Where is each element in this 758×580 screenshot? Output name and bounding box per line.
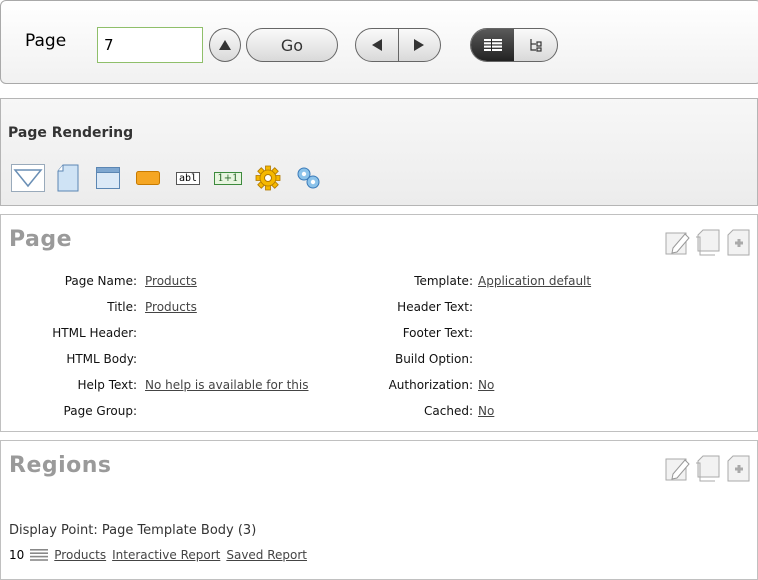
triangle-left-icon [371, 39, 382, 51]
copy-icon [696, 455, 720, 482]
title-label: Title: [107, 300, 137, 314]
prev-next-group [355, 28, 441, 62]
create-page-button[interactable] [723, 227, 753, 259]
region-list-icon [30, 549, 49, 561]
process-button[interactable] [248, 161, 288, 195]
previous-page-button[interactable] [356, 29, 399, 61]
button-button[interactable] [128, 161, 168, 195]
page-rendering-panel: Page Rendering abl 1+1 [0, 98, 758, 206]
tree-view-icon [529, 39, 542, 52]
page-navigation-bar: Page Go [0, 0, 758, 84]
help-text-link[interactable]: No help is available for this [145, 378, 308, 392]
page-name-label: Page Name: [64, 274, 137, 288]
go-button-label: Go [280, 35, 304, 55]
page-finder-button[interactable] [209, 28, 241, 62]
region-sequence: 10 [9, 548, 25, 562]
page-button[interactable] [48, 161, 88, 195]
region-row: 10 Products Interactive Report Saved Rep… [9, 546, 307, 564]
authorization-label: Authorization: [388, 378, 473, 392]
regions-section: Regions Display Point: Page Template Bod… [0, 440, 758, 580]
edit-page-button[interactable] [663, 227, 693, 259]
footer-text-label: Footer Text: [402, 326, 473, 340]
page-number-input[interactable] [97, 27, 203, 63]
region-template-link[interactable]: Saved Report [226, 546, 307, 564]
page-rendering-toolbar: abl 1+1 [8, 161, 328, 195]
triangle-up-icon [219, 40, 231, 50]
cached-label: Cached: [424, 404, 473, 418]
create-region-button[interactable] [723, 453, 753, 485]
create-icon [727, 455, 750, 482]
regions-section-title: Regions [9, 453, 112, 478]
next-page-button[interactable] [399, 29, 441, 61]
go-button[interactable]: Go [246, 28, 338, 62]
page-label: Page [25, 31, 67, 51]
region-button[interactable] [88, 161, 128, 195]
shared-components-button[interactable] [288, 161, 328, 195]
view-toggle-group [470, 28, 558, 62]
edit-icon [665, 458, 690, 481]
help-text-label: Help Text: [77, 378, 137, 392]
detail-view-button[interactable] [471, 29, 514, 61]
tree-view-button[interactable] [514, 29, 557, 61]
process-icon [297, 167, 320, 189]
copy-icon [696, 229, 720, 256]
button-icon [136, 171, 160, 185]
list-view-icon [483, 39, 502, 51]
page-group-label: Page Group: [63, 404, 137, 418]
cached-link[interactable]: No [478, 404, 494, 418]
title-link[interactable]: Products [145, 300, 197, 314]
item-button[interactable]: abl [168, 161, 208, 195]
triangle-down-icon [11, 164, 45, 192]
computation-icon: 1+1 [214, 171, 242, 185]
collapse-button[interactable] [8, 161, 48, 195]
build-option-label: Build Option: [394, 352, 473, 366]
page-icon [57, 164, 79, 192]
copy-region-button[interactable] [693, 453, 723, 485]
edit-regions-button[interactable] [663, 453, 693, 485]
edit-icon [665, 232, 690, 255]
regions-section-tools [663, 453, 753, 485]
text-item-icon: abl [175, 171, 201, 185]
page-section-title: Page [9, 227, 73, 252]
display-point-heading: Display Point: Page Template Body (3) [9, 523, 257, 538]
copy-page-button[interactable] [693, 227, 723, 259]
region-icon [96, 167, 120, 189]
computation-button[interactable]: 1+1 [208, 161, 248, 195]
triangle-right-icon [414, 39, 425, 51]
region-name-link[interactable]: Products [54, 546, 106, 564]
page-attributes-section: Page Page Name: Products Title: Products… [0, 214, 758, 432]
authorization-link[interactable]: No [478, 378, 494, 392]
html-header-label: HTML Header: [52, 326, 137, 340]
page-section-tools [663, 227, 753, 259]
page-rendering-title: Page Rendering [8, 125, 134, 141]
page-name-link[interactable]: Products [145, 274, 197, 288]
gear-icon [255, 165, 281, 191]
template-link[interactable]: Application default [478, 274, 591, 288]
create-icon [727, 229, 750, 256]
region-type-link[interactable]: Interactive Report [112, 546, 220, 564]
html-body-label: HTML Body: [66, 352, 137, 366]
template-label: Template: [414, 274, 473, 288]
header-text-label: Header Text: [397, 300, 473, 314]
